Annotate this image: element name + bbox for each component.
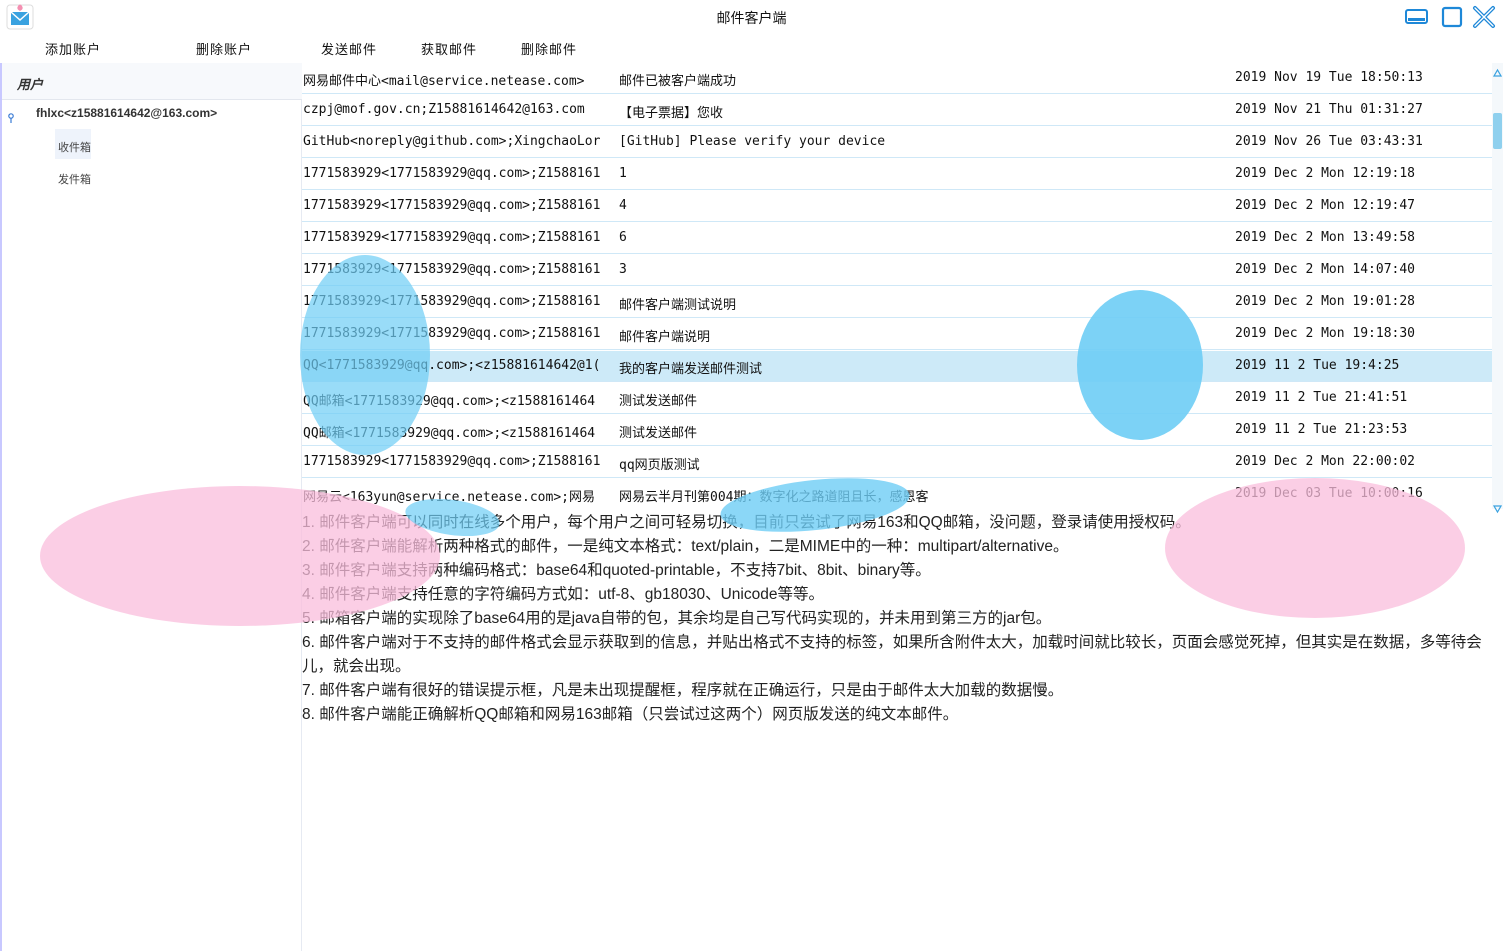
mail-subject: 邮件客户端测试说明 xyxy=(619,298,737,313)
content-line: 2. 邮件客户端能解析两种格式的邮件，一是纯文本格式：text/plain，二是… xyxy=(302,538,1069,555)
mail-subject: 邮件客户端说明 xyxy=(619,330,711,345)
mail-subject: 【电子票据】您收 xyxy=(619,106,724,121)
folder-outbox[interactable]: 发件箱 xyxy=(55,161,91,191)
scroll-down-icon[interactable] xyxy=(1492,499,1503,514)
sidebar-header: 用户 xyxy=(2,63,302,100)
mail-date: 2019 Dec 2 Mon 12:19:47 xyxy=(1235,198,1416,213)
tree-node-icon[interactable] xyxy=(7,108,15,123)
mail-date: 2019 Dec 03 Tue 10:00:16 xyxy=(1235,486,1423,501)
mail-date: 2019 Dec 2 Mon 19:18:30 xyxy=(1235,326,1416,341)
mail-from: 1771583929<1771583929@qq.com>;Z1588161 xyxy=(303,166,601,181)
mail-subject: 我的客户端发送邮件测试 xyxy=(619,362,763,377)
mail-row[interactable]: 1771583929<1771583929@qq.com>;Z1588161 qq… xyxy=(302,447,1493,478)
mail-from: 1771583929<1771583929@qq.com>;Z1588161 xyxy=(303,198,601,213)
mail-date: 2019 Nov 26 Tue 03:43:31 xyxy=(1235,134,1423,149)
mail-subject: 邮件已被客户端成功 xyxy=(619,74,737,89)
scroll-up-icon[interactable] xyxy=(1492,63,1503,77)
mail-date: 2019 Dec 2 Mon 12:19:18 xyxy=(1235,166,1416,181)
mail-row[interactable]: 网易邮件中心<mail@service.netease.com> 邮件已被客户端成… xyxy=(302,63,1493,94)
menu-bar: 添加账户 删除账户 发送邮件 获取邮件 删除邮件 xyxy=(0,34,1503,62)
mail-subject: [GitHub] Please verify your device xyxy=(619,134,886,149)
mail-from: QQ<1771583929@qq.com>;<z15881614642@1( xyxy=(303,358,601,373)
mail-subject: 1 xyxy=(619,166,627,181)
mail-content: 1. 邮件客户端可以同时在线多个用户，每个用户之间可轻易切换，目前只尝试了网易1… xyxy=(302,511,1497,727)
content-line: 4. 邮件客户端支持任意的字符编码方式如：utf-8、gb18030、Unico… xyxy=(302,586,824,603)
mail-row[interactable]: 1771583929<1771583929@qq.com>;Z1588161 3 2… xyxy=(302,255,1493,286)
folder-inbox[interactable]: 收件箱 xyxy=(55,129,91,159)
mail-subject: 6 xyxy=(619,230,627,245)
mail-row[interactable]: 1771583929<1771583929@qq.com>;Z1588161 6 2… xyxy=(302,223,1493,254)
mail-date: 2019 Nov 19 Tue 18:50:13 xyxy=(1235,70,1423,85)
mail-from: 网易邮件中心<mail@service.netease.com> xyxy=(303,74,585,89)
account-tree: 用户 fhlxc<z15881614642@163.com> 收件箱 发件箱 xyxy=(0,63,302,951)
mail-date: 2019 11 2 Tue 19:4:25 xyxy=(1235,358,1400,373)
mail-from: 1771583929<1771583929@qq.com>;Z1588161 xyxy=(303,294,601,309)
mail-subject: 测试发送邮件 xyxy=(619,394,698,409)
mail-from: 1771583929<1771583929@qq.com>;Z1588161 xyxy=(303,230,601,245)
title-bar: 邮件客户端 xyxy=(0,0,1503,34)
mail-from: 1771583929<1771583929@qq.com>;Z1588161 xyxy=(303,454,601,469)
mail-date: 2019 11 2 Tue 21:23:53 xyxy=(1235,422,1408,437)
mail-date: 2019 Nov 21 Thu 01:31:27 xyxy=(1235,102,1423,117)
fetch-mail-menu[interactable]: 获取邮件 xyxy=(421,39,477,58)
delete-mail-menu[interactable]: 删除邮件 xyxy=(521,39,577,58)
mail-from: GitHub<noreply@github.com>;XingchaoLor xyxy=(303,134,601,149)
content-line: 6. 邮件客户端对于不支持的邮件格式会显示获取到的信息，并贴出格式不支持的标签，… xyxy=(302,634,1482,675)
delete-account-menu[interactable]: 删除账户 xyxy=(196,39,252,58)
mail-row[interactable]: 1771583929<1771583929@qq.com>;Z1588161 邮件… xyxy=(302,319,1493,350)
mail-row[interactable]: 网易云<163yun@service.netease.com>;网易 网易云半月刊… xyxy=(302,479,1493,509)
content-line: 3. 邮件客户端支持两种编码格式：base64和quoted-printable… xyxy=(302,562,931,579)
mail-subject: 3 xyxy=(619,262,627,277)
mail-row[interactable]: QQ邮箱<1771583929@qq.com>;<z1588161464 测试发送… xyxy=(302,383,1493,414)
close-icon[interactable] xyxy=(1471,5,1497,29)
mail-row[interactable]: 1771583929<1771583929@qq.com>;Z1588161 4 2… xyxy=(302,191,1493,222)
mail-subject: 测试发送邮件 xyxy=(619,426,698,441)
mail-row[interactable]: GitHub<noreply@github.com>;XingchaoLor [G… xyxy=(302,127,1493,158)
mail-date: 2019 Dec 2 Mon 14:07:40 xyxy=(1235,262,1416,277)
mail-row[interactable]: QQ邮箱<1771583929@qq.com>;<z1588161464 测试发送… xyxy=(302,415,1493,446)
mail-from: QQ邮箱<1771583929@qq.com>;<z1588161464 xyxy=(303,426,596,441)
mail-from: 网易云<163yun@service.netease.com>;网易 xyxy=(303,490,595,505)
content-line: 8. 邮件客户端能正确解析QQ邮箱和网易163邮箱（只尝试过这两个）网页版发送的… xyxy=(302,706,959,723)
mail-subject: 4 xyxy=(619,198,627,213)
mail-subject: qq网页版测试 xyxy=(619,458,700,473)
mail-date: 2019 Dec 2 Mon 13:49:58 xyxy=(1235,230,1416,245)
mail-row[interactable]: czpj@mof.gov.cn;Z15881614642@163.com 【电子票… xyxy=(302,95,1493,126)
window-title: 邮件客户端 xyxy=(716,11,787,27)
mail-date: 2019 Dec 2 Mon 19:01:28 xyxy=(1235,294,1416,309)
content-line: 5. 邮箱客户端的实现除了base64用的是java自带的包，其余均是自己写代码… xyxy=(302,610,1052,627)
maximize-icon[interactable] xyxy=(1440,5,1466,29)
mail-from: 1771583929<1771583929@qq.com>;Z1588161 xyxy=(303,262,601,277)
mail-row[interactable]: 1771583929<1771583929@qq.com>;Z1588161 1 2… xyxy=(302,159,1493,190)
mail-subject: 网易云半月刊第004期：数字化之路道阻且长，感恩客 xyxy=(619,490,929,505)
scroll-thumb[interactable] xyxy=(1493,113,1502,149)
account-node[interactable]: fhlxc<z15881614642@163.com> xyxy=(2,103,302,125)
mail-list-scrollbar[interactable] xyxy=(1492,63,1503,514)
mail-from: QQ邮箱<1771583929@qq.com>;<z1588161464 xyxy=(303,394,596,409)
content-line: 1. 邮件客户端可以同时在线多个用户，每个用户之间可轻易切换，目前只尝试了网易1… xyxy=(302,514,1191,531)
content-line: 7. 邮件客户端有很好的错误提示框，凡是未出现提醒框，程序就在正确运行，只是由于… xyxy=(302,682,1064,699)
add-account-menu[interactable]: 添加账户 xyxy=(45,39,101,58)
mail-row[interactable]: 1771583929<1771583929@qq.com>;Z1588161 邮件… xyxy=(302,287,1493,318)
account-label: fhlxc<z15881614642@163.com> xyxy=(36,106,218,120)
mail-list: 网易邮件中心<mail@service.netease.com> 邮件已被客户端成… xyxy=(302,63,1493,509)
mail-from: czpj@mof.gov.cn;Z15881614642@163.com xyxy=(303,102,585,117)
mail-date: 2019 Dec 2 Mon 22:00:02 xyxy=(1235,454,1416,469)
sidebar-header-label: 用户 xyxy=(17,78,44,93)
send-mail-menu[interactable]: 发送邮件 xyxy=(321,39,377,58)
mail-date: 2019 11 2 Tue 21:41:51 xyxy=(1235,390,1408,405)
mail-from: 1771583929<1771583929@qq.com>;Z1588161 xyxy=(303,326,601,341)
minimize-icon[interactable] xyxy=(1404,5,1430,29)
mail-row[interactable]: QQ<1771583929@qq.com>;<z15881614642@1( 我的… xyxy=(302,351,1493,382)
